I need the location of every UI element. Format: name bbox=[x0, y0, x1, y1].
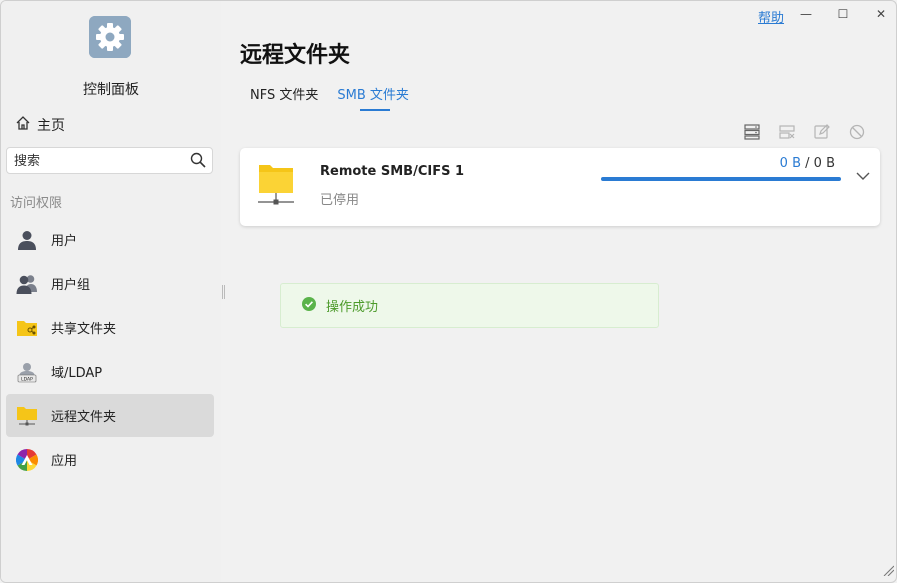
tab-nfs-folders[interactable]: NFS 文件夹 bbox=[250, 84, 318, 109]
sidebar-splitter[interactable] bbox=[222, 285, 225, 299]
sidebar-nav: 用户 用户组 共享文件夹 LDAP 域/LDAP 远程文件夹 应用 bbox=[6, 218, 214, 482]
usage-bar bbox=[601, 177, 841, 181]
resize-grip-icon[interactable] bbox=[882, 561, 895, 580]
usage-bar-fill bbox=[601, 177, 841, 181]
network-folder-icon bbox=[258, 164, 294, 210]
close-button[interactable]: ✕ bbox=[870, 4, 892, 24]
ldap-icon: LDAP bbox=[16, 361, 38, 383]
help-link[interactable]: 帮助 bbox=[758, 7, 784, 26]
disable-icon[interactable] bbox=[846, 122, 867, 141]
app-icon bbox=[16, 448, 38, 471]
chevron-down-icon[interactable] bbox=[856, 166, 870, 185]
user-icon bbox=[16, 229, 38, 251]
minimize-button[interactable]: — bbox=[795, 4, 817, 24]
sidebar-item-label: 用户 bbox=[51, 234, 78, 249]
sidebar-item-label: 共享文件夹 bbox=[51, 322, 117, 337]
maximize-button[interactable]: ☐ bbox=[832, 4, 854, 24]
home-link[interactable]: 主页 bbox=[15, 114, 65, 136]
sidebar-item-label: 用户组 bbox=[51, 278, 91, 293]
sidebar-item-label: 远程文件夹 bbox=[51, 410, 117, 425]
folder-status: 已停用 bbox=[320, 193, 360, 208]
tab-smb-folders[interactable]: SMB 文件夹 bbox=[337, 84, 409, 111]
search-box bbox=[6, 147, 213, 174]
section-label: 访问权限 bbox=[10, 196, 63, 211]
home-label: 主页 bbox=[37, 118, 65, 134]
edit-icon[interactable] bbox=[811, 122, 832, 141]
sidebar-item-groups[interactable]: 用户组 bbox=[6, 262, 214, 305]
folder-usage: 0 B / 0 B bbox=[780, 156, 835, 171]
users-icon bbox=[16, 273, 38, 295]
success-toast: 操作成功 bbox=[280, 283, 659, 328]
control-panel-window: 控制面板 主页 访问权限 用户 bbox=[0, 0, 897, 583]
usage-used: 0 B bbox=[779, 156, 801, 171]
check-circle-icon bbox=[302, 296, 316, 315]
page-title: 远程文件夹 bbox=[240, 43, 351, 68]
usage-total: 0 B bbox=[813, 156, 835, 171]
folder-name: Remote SMB/CIFS 1 bbox=[320, 164, 465, 179]
remote-folder-icon bbox=[16, 405, 38, 427]
gear-icon bbox=[89, 16, 131, 58]
sidebar-item-apps[interactable]: 应用 bbox=[6, 438, 214, 481]
remote-folder-card[interactable]: Remote SMB/CIFS 1 已停用 0 B / 0 B bbox=[240, 148, 880, 226]
toast-message: 操作成功 bbox=[326, 300, 379, 315]
toolbar bbox=[741, 122, 867, 141]
tab-bar: NFS 文件夹 SMB 文件夹 bbox=[250, 84, 409, 111]
sidebar: 控制面板 主页 访问权限 用户 bbox=[1, 1, 221, 582]
unmount-icon[interactable] bbox=[776, 122, 797, 141]
app-title: 控制面板 bbox=[83, 82, 139, 98]
search-icon[interactable] bbox=[190, 152, 206, 172]
svg-text:LDAP: LDAP bbox=[21, 376, 33, 382]
shared-folder-icon bbox=[16, 317, 38, 339]
sidebar-item-label: 应用 bbox=[51, 454, 78, 469]
usage-separator: / bbox=[805, 156, 810, 171]
sidebar-item-remote-folders[interactable]: 远程文件夹 bbox=[6, 394, 214, 437]
sidebar-item-users[interactable]: 用户 bbox=[6, 218, 214, 261]
search-input[interactable] bbox=[14, 151, 184, 171]
home-icon bbox=[15, 115, 31, 135]
server-list-icon[interactable] bbox=[741, 122, 762, 141]
sidebar-item-ldap[interactable]: LDAP 域/LDAP bbox=[6, 350, 214, 393]
sidebar-item-shared-folders[interactable]: 共享文件夹 bbox=[6, 306, 214, 349]
sidebar-item-label: 域/LDAP bbox=[51, 366, 103, 381]
